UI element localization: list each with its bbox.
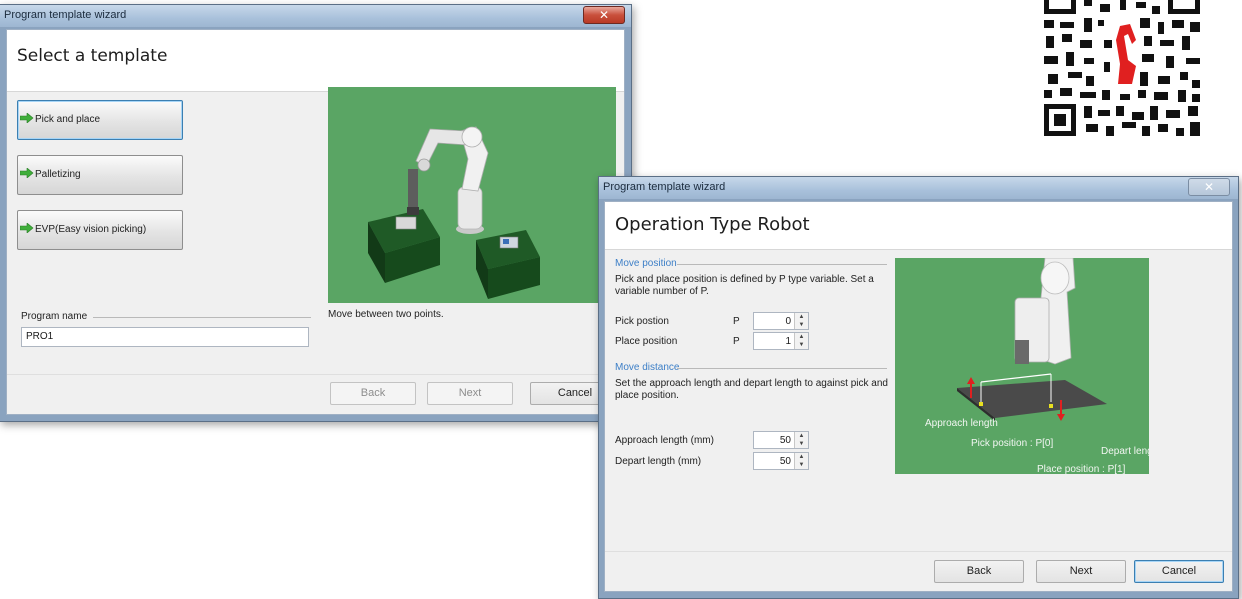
group-divider [93, 317, 311, 318]
template-label: Palletizing [35, 169, 81, 180]
pick-position-spinner[interactable]: 0 ▲ ▼ [753, 312, 809, 330]
close-icon: ✕ [1203, 180, 1215, 194]
spinner-value: 50 [779, 435, 791, 446]
place-position-spinner[interactable]: 1 ▲ ▼ [753, 332, 809, 350]
spin-up-icon[interactable]: ▲ [795, 313, 808, 321]
wizard-header: Operation Type Robot [605, 202, 1232, 250]
template-palletizing-button[interactable]: Palletizing [17, 155, 183, 195]
approach-length-caption: Approach length [925, 418, 998, 429]
title-bar[interactable]: Program template wizard ✕ [0, 5, 631, 27]
spin-down-icon[interactable]: ▼ [795, 440, 808, 448]
template-label: Pick and place [35, 114, 101, 125]
move-position-group-title: Move position [615, 258, 677, 269]
qr-code-image [1040, 0, 1206, 140]
page-title: Operation Type Robot [615, 214, 810, 235]
approach-length-spinner[interactable]: 50 ▲ ▼ [753, 431, 809, 449]
operation-preview-image: Approach length Pick position : P[0] Dep… [895, 258, 1149, 474]
move-position-description: Pick and place position is defined by P … [615, 274, 874, 297]
group-divider [677, 368, 887, 369]
close-button[interactable]: ✕ [583, 6, 625, 24]
spin-up-icon[interactable]: ▲ [795, 333, 808, 341]
template-label: EVP(Easy vision picking) [35, 224, 147, 235]
green-arrow-icon [20, 168, 34, 178]
spin-down-icon[interactable]: ▼ [795, 321, 808, 329]
spinner-arrows[interactable]: ▲ ▼ [794, 432, 808, 448]
wizard-header: Select a template [7, 30, 624, 92]
template-evp-button[interactable]: EVP(Easy vision picking) [17, 210, 183, 250]
cancel-button[interactable]: Cancel [1134, 560, 1224, 583]
next-button[interactable]: Next [427, 382, 513, 405]
back-button[interactable]: Back [330, 382, 416, 405]
wizard-footer: Back Next Cancel [7, 374, 624, 414]
program-name-input[interactable]: PRO1 [21, 327, 309, 347]
move-distance-description: Set the approach length and depart lengt… [615, 378, 888, 401]
wizard-footer: Back Next Cancel [605, 551, 1232, 591]
group-divider [677, 264, 887, 265]
green-arrow-icon [20, 223, 34, 233]
title-bar[interactable]: Program template wizard ✕ [599, 177, 1238, 199]
pick-position-label: Pick postion [615, 316, 669, 327]
close-icon: ✕ [598, 8, 610, 22]
wizard-client-area: Operation Type Robot Move position Pick … [604, 201, 1233, 592]
pick-position-caption: Pick position : P[0] [971, 438, 1054, 449]
template-preview-image [328, 87, 616, 303]
spin-down-icon[interactable]: ▼ [795, 461, 808, 469]
close-button[interactable]: ✕ [1188, 178, 1230, 196]
place-variable-type: P [733, 336, 740, 347]
window-title: Program template wizard [603, 181, 726, 193]
pick-variable-type: P [733, 316, 740, 327]
program-name-label: Program name [21, 311, 88, 322]
depart-length-label: Depart length (mm) [615, 456, 702, 467]
spinner-arrows[interactable]: ▲ ▼ [794, 453, 808, 469]
spin-up-icon[interactable]: ▲ [795, 432, 808, 440]
move-distance-group-title: Move distance [615, 362, 680, 373]
spinner-arrows[interactable]: ▲ ▼ [794, 313, 808, 329]
template-pick-and-place-button[interactable]: Pick and place [17, 100, 183, 140]
spinner-value: 1 [785, 336, 791, 347]
robot-arm-illustration [368, 126, 540, 299]
depart-length-caption: Depart leng [1101, 446, 1149, 457]
spin-down-icon[interactable]: ▼ [795, 341, 808, 349]
window-title: Program template wizard [4, 9, 127, 21]
qr-code-graphic [1040, 0, 1206, 140]
template-wizard-window: Program template wizard ✕ Select a templ… [0, 4, 632, 422]
back-button[interactable]: Back [934, 560, 1024, 583]
place-position-label: Place position [615, 336, 678, 347]
preview-caption: Move between two points. [328, 309, 444, 320]
wizard-client-area: Select a template Pick and place Palleti… [6, 29, 625, 415]
spinner-arrows[interactable]: ▲ ▼ [794, 333, 808, 349]
spinner-value: 0 [785, 316, 791, 327]
approach-length-label: Approach length (mm) [615, 435, 714, 446]
spinner-value: 50 [779, 456, 791, 467]
page-title: Select a template [17, 46, 168, 66]
operation-type-window: Program template wizard ✕ Operation Type… [598, 176, 1239, 599]
next-button[interactable]: Next [1036, 560, 1126, 583]
place-position-caption: Place position : P[1] [1037, 464, 1126, 474]
depart-length-spinner[interactable]: 50 ▲ ▼ [753, 452, 809, 470]
green-arrow-icon [20, 113, 34, 123]
spin-up-icon[interactable]: ▲ [795, 453, 808, 461]
